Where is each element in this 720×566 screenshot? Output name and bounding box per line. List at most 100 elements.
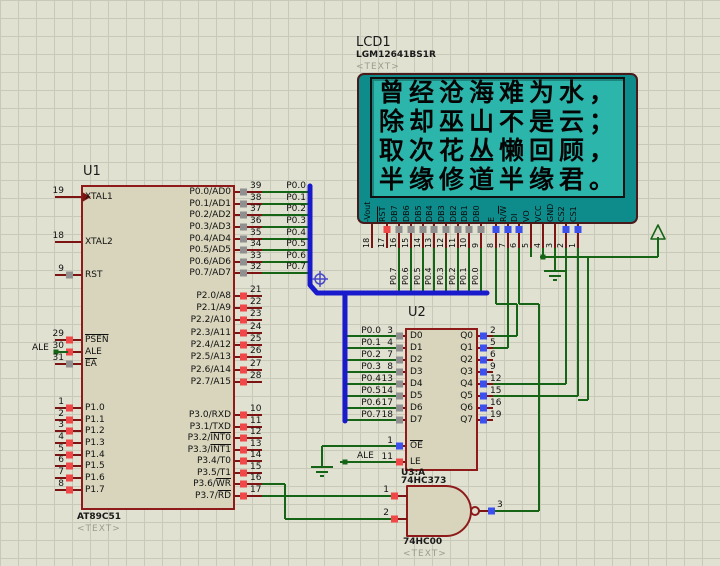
u1-pin-label: P3.4/T0	[197, 456, 231, 466]
pin-terminal[interactable]	[66, 336, 73, 344]
u1-pin-number: 39	[250, 181, 262, 191]
pin-terminal[interactable]	[240, 211, 247, 219]
pin-terminal[interactable]	[240, 246, 247, 254]
pin-terminal[interactable]	[240, 235, 247, 243]
pin-terminal[interactable]	[240, 378, 247, 386]
pin-terminal[interactable]	[454, 226, 462, 233]
lcd-screen: 曾经沧海难为水， 除却巫山不是云； 取次花丛懒回顾， 半缘修道半缘君。	[370, 77, 625, 198]
pin-terminal[interactable]	[419, 226, 427, 233]
pin-terminal[interactable]	[391, 492, 398, 500]
pin-terminal[interactable]	[488, 507, 495, 515]
pin-terminal[interactable]	[480, 416, 487, 424]
lcd-pin-number: 17	[377, 237, 386, 248]
u1-pin-number: 1	[58, 397, 64, 407]
pin-terminal[interactable]	[240, 423, 247, 431]
u1-pin-label-xtal2: XTAL2	[85, 237, 113, 247]
pin-terminal[interactable]	[396, 392, 403, 400]
pin-terminal[interactable]	[240, 223, 247, 231]
pin-terminal[interactable]	[396, 368, 403, 376]
pin-terminal[interactable]	[240, 341, 247, 349]
wire-label-p0.5: P0.5	[286, 239, 306, 249]
u1-pin-number: 2	[58, 409, 64, 419]
u2-pin-label-d7: D7	[410, 415, 423, 425]
wire-junction-dot[interactable]	[540, 254, 546, 260]
pin-terminal[interactable]	[391, 515, 398, 523]
pin-terminal[interactable]	[442, 226, 450, 233]
pin-terminal[interactable]	[396, 442, 403, 450]
u1-pin-number: 35	[250, 228, 262, 238]
pin-terminal[interactable]	[240, 316, 247, 324]
pin-terminal[interactable]	[396, 380, 403, 388]
u1-pin-label-psen: PSEN	[85, 335, 109, 345]
pin-terminal[interactable]	[504, 226, 512, 233]
pin-terminal[interactable]	[240, 457, 247, 465]
schematic-canvas[interactable]: U1 AT89C51 <TEXT> LCD1 LGM12641BS1R <TEX…	[0, 0, 720, 566]
pin-terminal[interactable]	[240, 258, 247, 266]
pin-terminal[interactable]	[515, 226, 523, 233]
pin-terminal[interactable]	[480, 344, 487, 352]
wire-label-p0.1: P0.1	[459, 267, 468, 285]
pin-terminal[interactable]	[492, 226, 500, 233]
pin-terminal[interactable]	[477, 226, 485, 233]
nand-output-bubble[interactable]	[470, 506, 480, 516]
pin-terminal[interactable]	[66, 462, 73, 470]
pin-terminal[interactable]	[395, 226, 403, 233]
pin-terminal[interactable]	[66, 416, 73, 424]
u1-pin-label: P2.7/A15	[190, 377, 231, 387]
pin-terminal[interactable]	[465, 226, 473, 233]
pin-terminal[interactable]	[240, 434, 247, 442]
pin-terminal[interactable]	[240, 269, 247, 277]
pin-terminal[interactable]	[66, 474, 73, 482]
pin-terminal[interactable]	[396, 416, 403, 424]
u2-pin-label-le: LE	[410, 457, 421, 467]
pin-terminal[interactable]	[396, 404, 403, 412]
pin-terminal[interactable]	[240, 446, 247, 454]
lcd-pin-number: 16	[389, 237, 398, 248]
pin-terminal[interactable]	[480, 356, 487, 364]
pin-terminal[interactable]	[480, 332, 487, 340]
wire-label-p0.0: P0.0	[471, 267, 480, 285]
lcd-pin-number: 5	[521, 242, 530, 248]
pin-terminal[interactable]	[240, 480, 247, 488]
pin-terminal[interactable]	[66, 486, 73, 494]
pin-terminal[interactable]	[240, 304, 247, 312]
pin-terminal[interactable]	[396, 332, 403, 340]
pin-terminal[interactable]	[66, 271, 73, 279]
pin-terminal[interactable]	[240, 353, 247, 361]
pin-terminal[interactable]	[66, 360, 73, 368]
pin-terminal[interactable]	[66, 439, 73, 447]
pin-terminal[interactable]	[574, 226, 582, 233]
pin-terminal[interactable]	[480, 380, 487, 388]
pin-terminal[interactable]	[396, 356, 403, 364]
pin-terminal[interactable]	[480, 392, 487, 400]
pin-terminal[interactable]	[562, 226, 570, 233]
pin-terminal[interactable]	[396, 458, 403, 466]
pin-terminal[interactable]	[66, 427, 73, 435]
u1-pin-number: 15	[250, 462, 262, 472]
pin-terminal[interactable]	[240, 188, 247, 196]
pin-terminal[interactable]	[480, 368, 487, 376]
lcd-pin-label-db6: DB6	[402, 205, 411, 222]
pin-terminal[interactable]	[240, 469, 247, 477]
pin-terminal[interactable]	[240, 329, 247, 337]
pin-terminal[interactable]	[240, 411, 247, 419]
pin-terminal[interactable]	[240, 492, 247, 500]
pin-terminal[interactable]	[240, 200, 247, 208]
pin-terminal[interactable]	[240, 366, 247, 374]
u1-pin-label-p0.4: P0.4/AD4	[189, 234, 231, 244]
pin-terminal[interactable]	[396, 344, 403, 352]
pin-terminal[interactable]	[66, 451, 73, 459]
wire-junction-dot[interactable]	[342, 459, 348, 465]
pin-terminal[interactable]	[66, 404, 73, 412]
pin-terminal[interactable]	[407, 226, 415, 233]
nand-gate-body[interactable]	[406, 485, 472, 537]
pin-terminal[interactable]	[430, 226, 438, 233]
pin-terminal[interactable]	[480, 404, 487, 412]
u1-pin-number: 29	[52, 329, 64, 339]
pin-terminal[interactable]	[383, 226, 391, 233]
lcd-pin-label-r: R/W	[499, 205, 508, 222]
u1-pin-label-p0.2: P0.2/AD2	[189, 210, 231, 220]
u1-pin-label-p1.2: P1.2	[85, 426, 105, 436]
pin-terminal[interactable]	[240, 292, 247, 300]
power-arrow[interactable]	[650, 224, 666, 240]
